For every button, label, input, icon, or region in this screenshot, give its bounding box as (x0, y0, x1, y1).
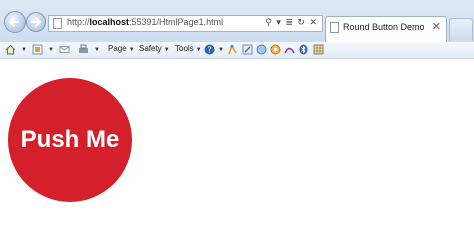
print-dropdown[interactable]: ▼ (92, 44, 100, 56)
new-tab-button[interactable] (449, 18, 473, 41)
feeds-icon[interactable] (32, 44, 43, 55)
blog-icon[interactable] (242, 44, 253, 55)
home-icon[interactable] (5, 44, 16, 55)
address-bar[interactable]: http://localhost:55391/HtmlPage1.html ⚲ … (48, 15, 323, 32)
tab-close-icon[interactable]: ✕ (432, 20, 441, 33)
help-dropdown[interactable]: ▼ (216, 44, 224, 56)
browser-chrome: http://localhost:55391/HtmlPage1.html ⚲ … (0, 0, 474, 43)
home-dropdown[interactable]: ▼ (19, 44, 27, 56)
push-me-button[interactable]: Push Me (8, 78, 132, 202)
help-icon[interactable]: ? (204, 44, 215, 55)
page-icon (53, 18, 62, 29)
address-controls[interactable]: ⚲ ▾ ≣ ↻ ✕ (265, 17, 318, 28)
svg-text:?: ? (207, 45, 211, 54)
bluetooth-icon[interactable] (298, 44, 309, 55)
onenote-icon[interactable] (256, 44, 267, 55)
push-me-label: Push Me (20, 126, 120, 153)
tab-title: Round Button Demo (343, 22, 425, 32)
page-menu[interactable]: Page ▼ (108, 44, 135, 56)
feeds-dropdown[interactable]: ▼ (46, 44, 54, 56)
send-to-icon[interactable] (284, 44, 295, 55)
back-button[interactable] (4, 11, 26, 33)
forward-button[interactable] (26, 12, 46, 32)
mail-icon[interactable] (59, 44, 70, 55)
tools-menu[interactable]: Tools ▼ (175, 44, 202, 56)
command-bar: ▼ ▼ ▼ Page ▼ Safety ▼ Tools ▼ ? ▼ (0, 42, 474, 59)
research-icon[interactable] (227, 44, 238, 55)
safety-menu[interactable]: Safety ▼ (139, 44, 170, 56)
grid-icon[interactable] (313, 44, 324, 55)
forward-arrow-icon (31, 17, 42, 27)
back-arrow-icon (8, 16, 20, 28)
fiddler-icon[interactable] (270, 44, 281, 55)
tab-round-button-demo[interactable]: Round Button Demo ✕ (325, 16, 447, 42)
tab-favicon-icon (330, 22, 339, 33)
print-icon[interactable] (78, 44, 89, 55)
url-text: http://localhost:55391/HtmlPage1.html (67, 17, 224, 27)
